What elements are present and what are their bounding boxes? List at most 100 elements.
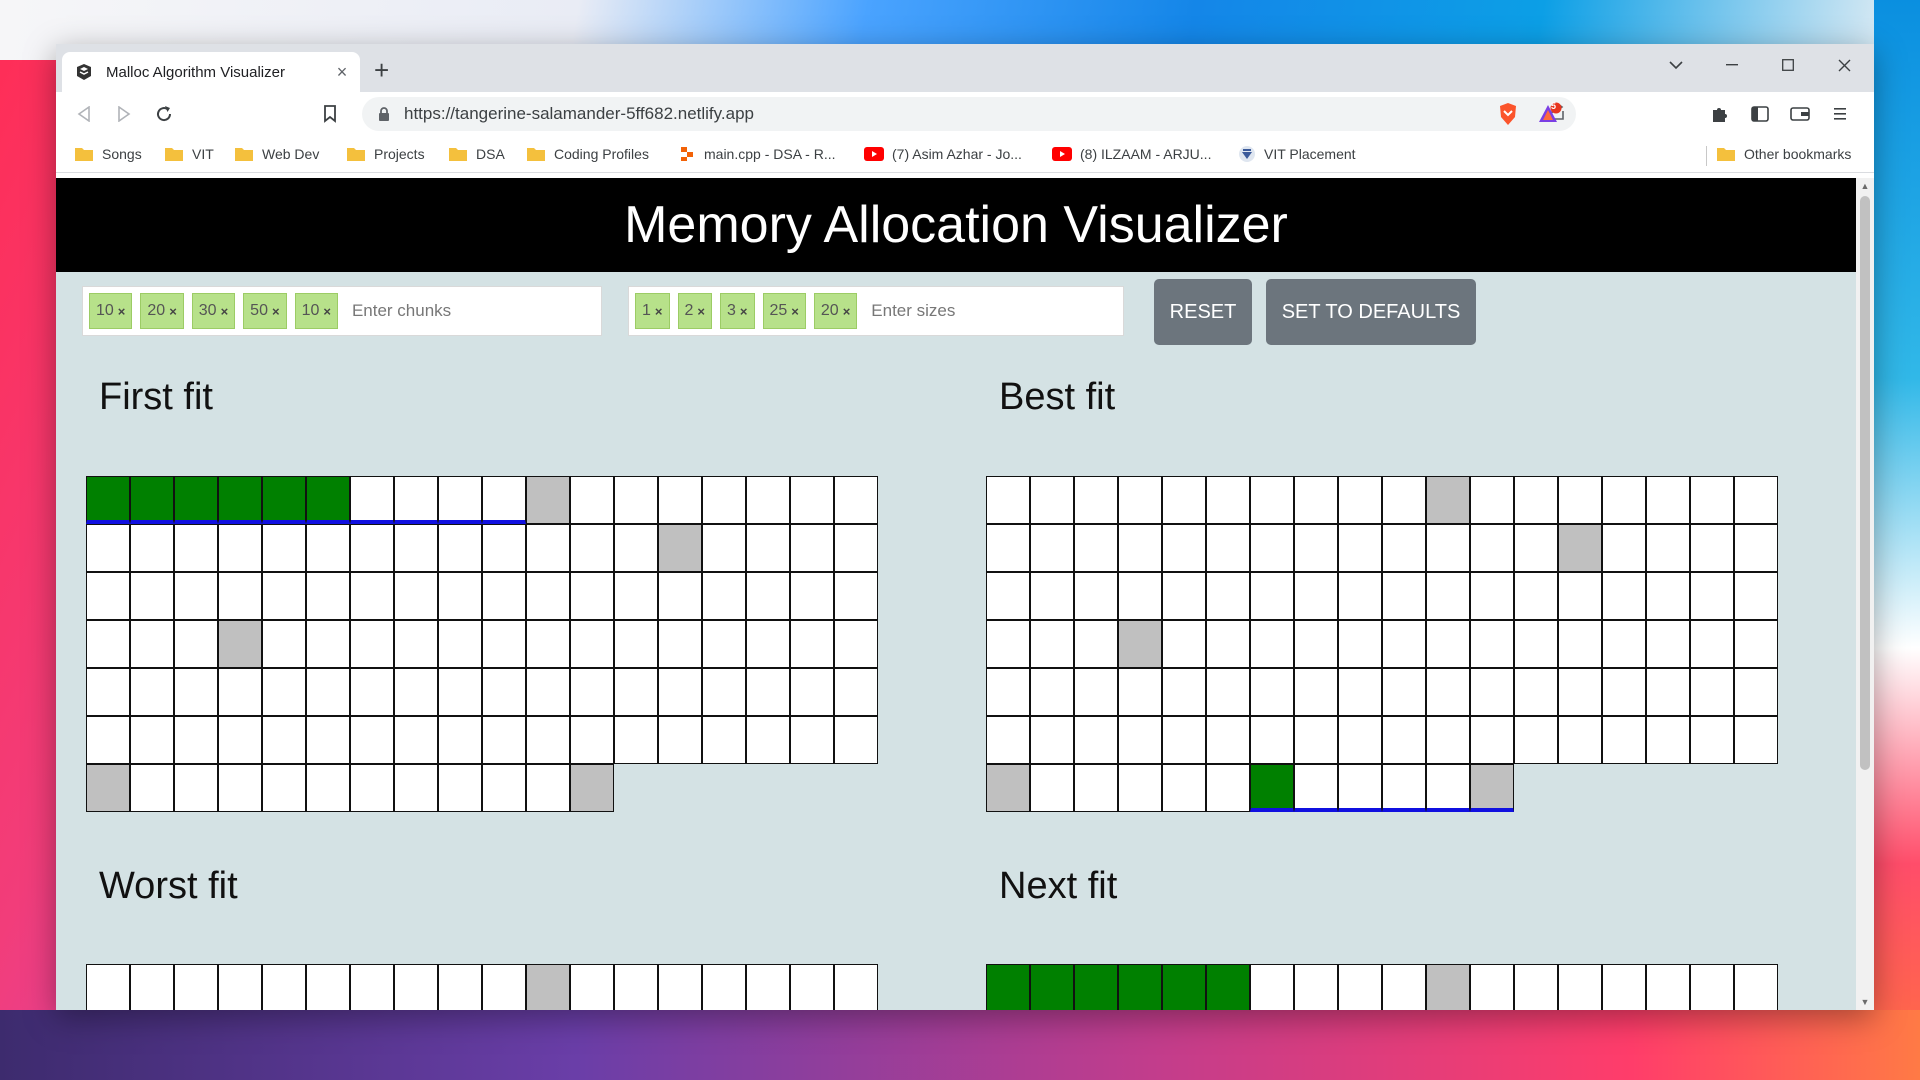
- tab-close-icon[interactable]: ×: [330, 62, 354, 83]
- address-bar[interactable]: https://tangerine-salamander-5ff682.netl…: [362, 97, 1576, 131]
- chunk-tag[interactable]: 30 ×: [191, 293, 236, 329]
- memory-cell: [1470, 668, 1514, 716]
- reload-icon[interactable]: [148, 98, 180, 130]
- memory-cell: [1030, 476, 1074, 524]
- size-tag[interactable]: 20 ×: [813, 293, 858, 329]
- memory-cell: [394, 716, 438, 764]
- set-to-defaults-button[interactable]: SET TO DEFAULTS: [1266, 279, 1476, 345]
- scroll-up-icon[interactable]: ▲: [1856, 178, 1874, 194]
- chunks-text-input[interactable]: [349, 300, 514, 322]
- memory-cell: [1338, 476, 1382, 524]
- memory-cell-boundary: [218, 620, 262, 668]
- memory-cell: [834, 964, 878, 1010]
- sizes-text-input[interactable]: [869, 300, 1034, 322]
- desktop-wallpaper-right: [1874, 0, 1920, 1080]
- bookmark-folder-songs[interactable]: Songs: [74, 142, 142, 166]
- memory-cell: [1030, 668, 1074, 716]
- memory-cell: [1646, 572, 1690, 620]
- scroll-down-icon[interactable]: ▼: [1856, 994, 1874, 1010]
- bookmark-folder-coding-profiles[interactable]: Coding Profiles: [526, 142, 649, 166]
- chunk-tag[interactable]: 20 ×: [140, 293, 184, 329]
- memory-cell: [218, 524, 262, 572]
- memory-cell: [746, 572, 790, 620]
- remove-tag-icon[interactable]: ×: [118, 304, 126, 319]
- remove-tag-icon[interactable]: ×: [272, 304, 280, 319]
- remove-tag-icon[interactable]: ×: [791, 304, 799, 319]
- size-tag[interactable]: 3 ×: [720, 293, 755, 329]
- memory-cell: [262, 524, 306, 572]
- memory-cell: [1558, 716, 1602, 764]
- minimize-button[interactable]: [1712, 50, 1752, 80]
- memory-cell: [1030, 620, 1074, 668]
- bookmark-folder-projects[interactable]: Projects: [346, 142, 425, 166]
- memory-cell: [130, 716, 174, 764]
- bookmark-other-bookmarks[interactable]: Other bookmarks: [1716, 142, 1851, 166]
- bookmark-folder-vit[interactable]: VIT: [164, 142, 214, 166]
- bookmark-youtube-asim-azhar[interactable]: (7) Asim Azhar - Jo...: [864, 142, 1022, 166]
- brave-rewards-icon[interactable]: 5: [1534, 98, 1566, 130]
- memory-cell: [1162, 716, 1206, 764]
- page-scrollbar[interactable]: ▲ ▼: [1856, 178, 1874, 1010]
- memory-cell: [1338, 572, 1382, 620]
- new-tab-button[interactable]: +: [374, 57, 389, 83]
- memory-cell: [1338, 716, 1382, 764]
- chunks-input[interactable]: 10 × 20 × 30 × 50 × 10 ×: [82, 286, 602, 336]
- chunk-tag[interactable]: 50 ×: [243, 293, 287, 329]
- remove-tag-icon[interactable]: ×: [843, 304, 851, 319]
- tab-search-chevron-icon[interactable]: [1656, 50, 1696, 80]
- memory-cell: [262, 716, 306, 764]
- extensions-puzzle-icon[interactable]: [1704, 98, 1736, 130]
- bookmark-main-cpp[interactable]: main.cpp - DSA - R...: [680, 142, 835, 166]
- next-fit-title: Next fit: [999, 865, 1118, 907]
- memory-cell: [614, 964, 658, 1010]
- size-tag[interactable]: 1 ×: [635, 293, 670, 329]
- bookmark-folder-web-dev[interactable]: Web Dev: [234, 142, 319, 166]
- bookmark-icon[interactable]: [314, 98, 346, 130]
- memory-cell: [306, 620, 350, 668]
- brave-shields-icon[interactable]: [1492, 98, 1524, 130]
- memory-cell: [746, 668, 790, 716]
- memory-cell: [570, 572, 614, 620]
- memory-cell: [218, 572, 262, 620]
- tab-malloc-visualizer[interactable]: Malloc Algorithm Visualizer ×: [62, 52, 360, 92]
- memory-cell: [746, 476, 790, 524]
- reset-button[interactable]: RESET: [1154, 279, 1252, 345]
- menu-icon[interactable]: [1824, 98, 1856, 130]
- memory-cell: [1250, 716, 1294, 764]
- memory-cell: [1382, 476, 1426, 524]
- close-window-button[interactable]: [1824, 50, 1864, 80]
- forward-icon[interactable]: [108, 98, 140, 130]
- scroll-thumb[interactable]: [1860, 196, 1870, 770]
- sizes-input[interactable]: 1 × 2 × 3 × 25 × 20 ×: [628, 286, 1124, 336]
- remove-tag-icon[interactable]: ×: [323, 304, 331, 319]
- memory-cell: [1206, 476, 1250, 524]
- bookmark-label: VIT Placement: [1264, 146, 1356, 162]
- wallet-icon[interactable]: [1784, 98, 1816, 130]
- bookmark-vit-placement[interactable]: VIT Placement: [1238, 142, 1356, 166]
- chunk-tag[interactable]: 10 ×: [294, 293, 338, 329]
- sidebar-icon[interactable]: [1744, 98, 1776, 130]
- folder-icon: [1717, 148, 1735, 161]
- memory-cell: [526, 764, 570, 812]
- back-icon[interactable]: [68, 98, 100, 130]
- memory-cell: [1470, 524, 1514, 572]
- size-tag[interactable]: 2 ×: [677, 293, 712, 329]
- bookmark-folder-dsa[interactable]: DSA: [448, 142, 505, 166]
- remove-tag-icon[interactable]: ×: [697, 304, 705, 319]
- memory-cell: [1646, 964, 1690, 1010]
- remove-tag-icon[interactable]: ×: [655, 304, 663, 319]
- memory-cell: [1250, 668, 1294, 716]
- size-tag[interactable]: 25 ×: [762, 293, 806, 329]
- maximize-button[interactable]: [1768, 50, 1808, 80]
- memory-cell: [1338, 620, 1382, 668]
- remove-tag-icon[interactable]: ×: [740, 304, 748, 319]
- chunk-tag[interactable]: 10 ×: [89, 293, 133, 329]
- memory-cell: [1162, 620, 1206, 668]
- memory-cell: [746, 620, 790, 668]
- remove-tag-icon[interactable]: ×: [221, 304, 229, 319]
- remove-tag-icon[interactable]: ×: [169, 304, 177, 319]
- bookmark-youtube-ilzaam[interactable]: (8) ILZAAM - ARJU...: [1052, 142, 1211, 166]
- memory-cell: [1646, 476, 1690, 524]
- memory-cell: [526, 572, 570, 620]
- memory-cell-allocated: [218, 476, 262, 524]
